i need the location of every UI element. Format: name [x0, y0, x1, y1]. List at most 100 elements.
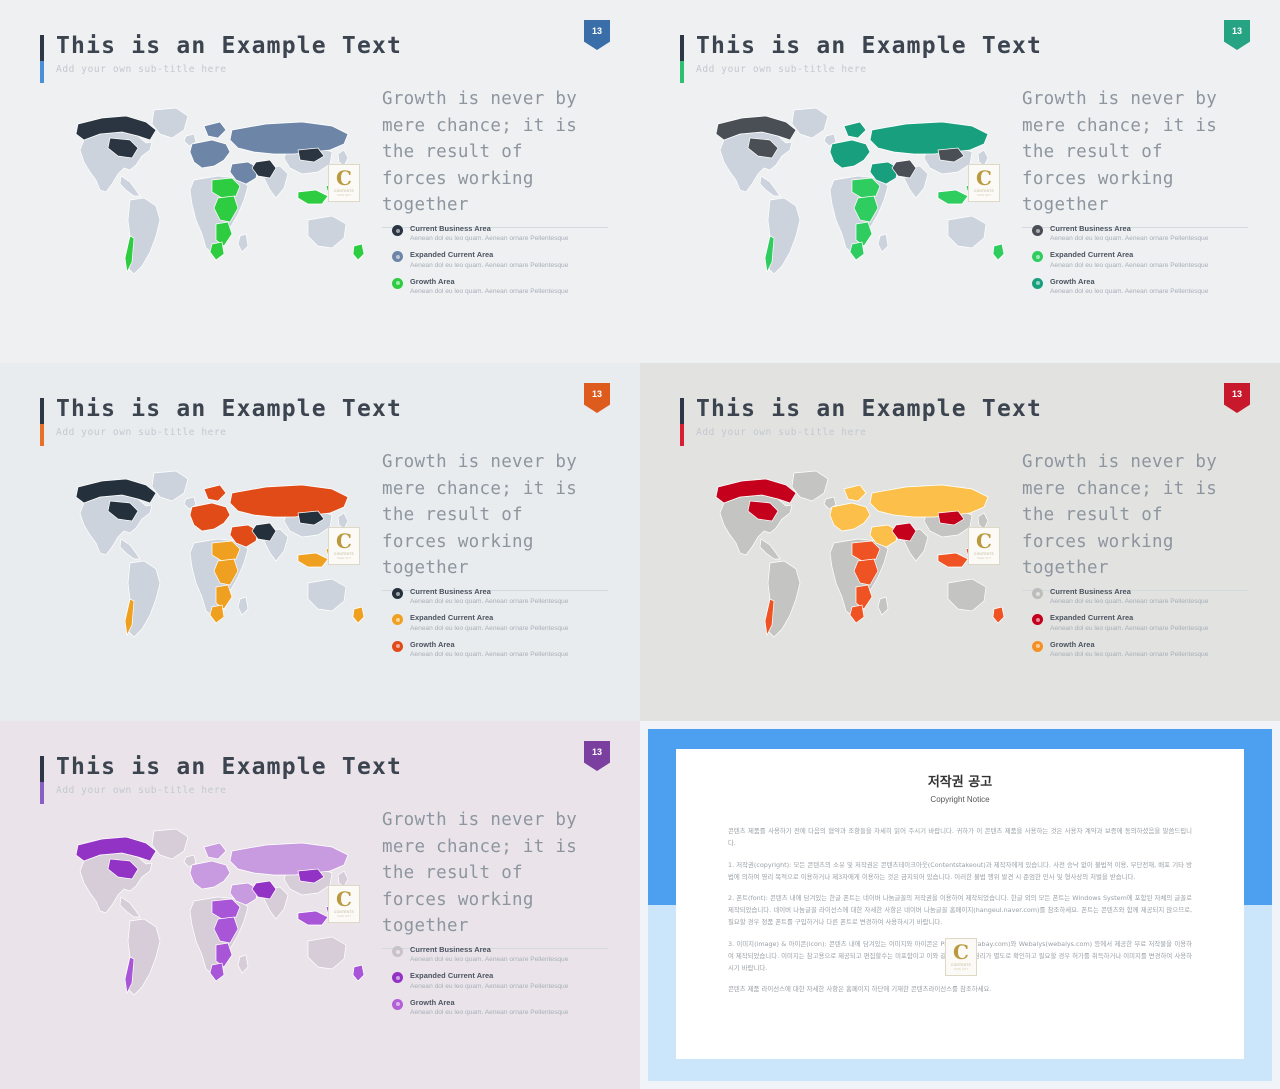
quote-line: together — [1022, 558, 1109, 579]
legend-label: Expanded Current Area — [410, 971, 494, 981]
legend-color-swatch — [1032, 225, 1043, 236]
legend-color-swatch — [1032, 277, 1043, 289]
copyright-title-ko: 저작권 공고 — [927, 775, 993, 790]
legend-color-swatch — [392, 614, 403, 626]
logo-name: CONTENTS — [974, 189, 994, 193]
legend-color-swatch — [392, 640, 403, 652]
quote-line: together — [382, 916, 469, 937]
page-subtitle: Add your own sub-title here — [56, 426, 227, 438]
slide-thumbnail-orange[interactable]: 13 This is an Example Text Add your own … — [0, 363, 640, 721]
title-block: This is an Example Text Add your own sub… — [40, 32, 402, 83]
contents-logo-watermark: C CONTENTS TAKE OUT — [945, 938, 977, 976]
title-block: This is an Example Text Add your own sub… — [40, 753, 402, 804]
quote-line: mere chance; it is — [1022, 115, 1218, 136]
legend-item: Growth Area Aenean dol eu leo quam. Aenea… — [1032, 640, 1272, 659]
page-subtitle: Add your own sub-title here — [56, 784, 227, 796]
legend-description: Aenean dol eu leo quam. Aenean ornare Pe… — [410, 651, 569, 659]
slide-canvas: 13 This is an Example Text Add your own … — [8, 729, 632, 1081]
slide-thumbnail-blue[interactable]: 13 This is an Example Text Add your own … — [0, 0, 640, 363]
world-map: C CONTENTS TAKE OUT — [26, 94, 374, 294]
slide-thumbnail-purple[interactable]: 13 This is an Example Text Add your own … — [0, 721, 640, 1089]
quote-block: Growth is never by mere chance; it is the … — [1022, 86, 1272, 228]
quote-line: Growth is never by — [382, 810, 578, 830]
world-map: C CONTENTS TAKE OUT — [26, 815, 374, 1015]
slide-number-label: 13 — [591, 26, 602, 36]
slide-canvas: 저작권 공고 Copyright Notice 콘텐츠 제품를 사용하기 전에 … — [648, 729, 1272, 1081]
legend-description: Aenean dol eu leo quam. Aenean ornare Pe… — [1050, 261, 1209, 269]
legend-item: Growth Area Aenean dol eu leo quam. Aenea… — [392, 640, 632, 659]
legend-label: Expanded Current Area — [410, 250, 494, 260]
legend-text: Current Business Area Aenean dol eu leo q… — [410, 224, 568, 243]
legend-color-swatch — [1032, 251, 1043, 263]
legend-item: Expanded Current Area Aenean dol eu leo q… — [392, 971, 632, 990]
title-block: This is an Example Text Add your own sub… — [680, 395, 1043, 446]
quote-block: Growth is never by mere chance; it is the … — [1022, 449, 1272, 591]
quote-line: mere chance; it is — [382, 836, 578, 857]
world-map: C CONTENTS TAKE OUT — [666, 457, 1014, 657]
copyright-title-en: Copyright Notice — [930, 795, 990, 804]
legend-text: Expanded Current Area Aenean dol eu leo q… — [410, 250, 568, 269]
slide-number-label: 13 — [1231, 389, 1242, 399]
accent-bottom-segment — [40, 782, 44, 804]
logo-name: CONTENTS — [334, 552, 354, 556]
accent-top-segment — [40, 35, 44, 61]
legend-text: Current Business Area Aenean dol eu leo q… — [1050, 587, 1208, 606]
slide-number-badge: 13 — [584, 741, 610, 771]
legend-item: Current Business Area Aenean dol eu leo q… — [1032, 587, 1272, 606]
legend-label: Expanded Current Area — [410, 613, 494, 623]
legend-text: Growth Area Aenean dol eu leo quam. Aenea… — [1050, 277, 1208, 296]
legend-item: Growth Area Aenean dol eu leo quam. Aenea… — [392, 277, 632, 296]
quote-line: mere chance; it is — [382, 115, 578, 136]
legend-item: Current Business Area Aenean dol eu leo q… — [392, 224, 632, 243]
legend-description: Aenean dol eu leo quam. Aenean ornare Pe… — [1050, 624, 1209, 632]
slide-thumbnail-copyright[interactable]: 저작권 공고 Copyright Notice 콘텐츠 제품를 사용하기 전에 … — [640, 721, 1280, 1089]
slide-canvas: 13 This is an Example Text Add your own … — [648, 371, 1272, 713]
title-accent-bar — [680, 35, 684, 83]
title-accent-bar — [40, 35, 44, 83]
contents-logo-watermark: C CONTENTS TAKE OUT — [328, 164, 360, 202]
legend-item: Expanded Current Area Aenean dol eu leo q… — [392, 613, 632, 632]
legend-color-swatch — [392, 277, 403, 289]
accent-bottom-segment — [680, 61, 684, 83]
logo-name: CONTENTS — [334, 910, 354, 914]
copyright-paragraph: 2. 폰트(font): 콘텐츠 내에 담겨있는 한글 폰트는 네이버 나눔글꼴… — [728, 894, 1192, 927]
legend-item: Current Business Area Aenean dol eu leo q… — [392, 945, 632, 964]
legend-color-swatch — [392, 588, 403, 599]
legend-label: Growth Area — [410, 639, 455, 649]
legend-item: Current Business Area Aenean dol eu leo q… — [392, 587, 632, 606]
page-title: This is an Example Text — [696, 33, 1043, 59]
quote-line: together — [382, 195, 469, 216]
slide-thumbnail-red[interactable]: 13 This is an Example Text Add your own … — [640, 363, 1280, 721]
map-legend: Current Business Area Aenean dol eu leo q… — [392, 587, 632, 666]
legend-description: Aenean dol eu leo quam. Aenean ornare Pe… — [1050, 288, 1209, 296]
quote-line: mere chance; it is — [382, 478, 578, 499]
legend-label: Current Business Area — [410, 945, 491, 954]
legend-label: Growth Area — [410, 997, 455, 1007]
logo-name: CONTENTS — [974, 552, 994, 556]
accent-top-segment — [40, 398, 44, 424]
title-block: This is an Example Text Add your own sub… — [680, 32, 1043, 83]
legend-item: Growth Area Aenean dol eu leo quam. Aenea… — [392, 998, 632, 1017]
contents-logo-watermark: C CONTENTS TAKE OUT — [328, 885, 360, 923]
page-subtitle: Add your own sub-title here — [696, 426, 867, 438]
accent-bottom-segment — [40, 424, 44, 446]
title-accent-bar — [680, 398, 684, 446]
title-accent-bar — [40, 398, 44, 446]
accent-top-segment — [680, 35, 684, 61]
page-title: This is an Example Text — [56, 396, 403, 422]
copyright-paragraph: 1. 저작권(copyright): 모든 콘텐츠의 소유 및 저작권은 콘텐츠… — [728, 860, 1192, 881]
copyright-body: 콘텐츠 제품를 사용하기 전에 다음의 협약과 조항들을 자세히 읽어 주시기 … — [728, 826, 1192, 996]
legend-text: Growth Area Aenean dol eu leo quam. Aenea… — [410, 277, 568, 296]
logo-letter: C — [976, 529, 992, 553]
legend-color-swatch — [392, 998, 403, 1010]
contents-logo-watermark: C CONTENTS TAKE OUT — [968, 527, 1000, 565]
legend-color-swatch — [1032, 614, 1043, 626]
page-subtitle: Add your own sub-title here — [56, 63, 227, 75]
slide-thumbnail-green[interactable]: 13 This is an Example Text Add your own … — [640, 0, 1280, 363]
slide-canvas: 13 This is an Example Text Add your own … — [8, 371, 632, 713]
legend-label: Current Business Area — [410, 587, 491, 596]
logo-tagline: TAKE OUT — [953, 968, 969, 971]
page-title: This is an Example Text — [696, 396, 1043, 422]
world-map: C CONTENTS TAKE OUT — [26, 457, 374, 657]
legend-description: Aenean dol eu leo quam. Aenean ornare Pe… — [410, 261, 569, 269]
